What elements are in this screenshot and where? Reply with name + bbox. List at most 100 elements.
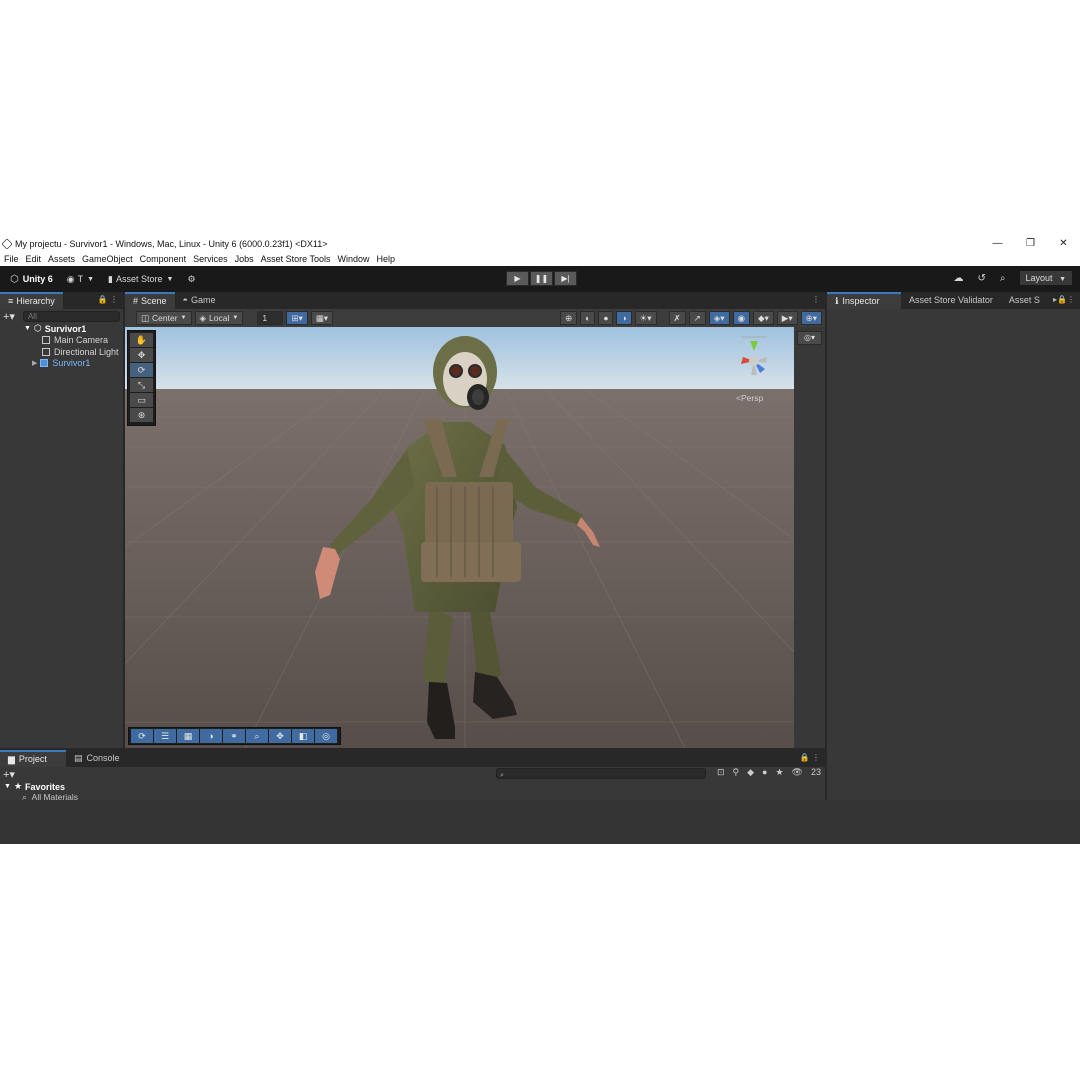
history-icon[interactable]: ↺	[978, 273, 986, 284]
tab-project[interactable]: ▆ Project	[0, 750, 66, 767]
cloud-icon[interactable]: ☁	[954, 273, 964, 284]
user-icon: ◉	[66, 273, 75, 284]
camera-button[interactable]: ▶▾	[776, 311, 798, 325]
scene-camera-overlay-button[interactable]: ◎▾	[797, 331, 822, 345]
fx-button[interactable]: ↗	[688, 311, 706, 325]
gizmos-button[interactable]: ⊕▾	[800, 311, 822, 325]
add-icon[interactable]: +▾	[3, 768, 15, 781]
asset-store-dropdown[interactable]: ▮ Asset Store ▼	[104, 270, 177, 288]
moon-icon[interactable]: ◑	[200, 729, 222, 743]
move-icon[interactable]: ✥	[269, 729, 291, 743]
camera-settings-icon[interactable]: ◧	[292, 729, 314, 743]
tab-hierarchy[interactable]: ≡ Hierarchy	[0, 292, 63, 309]
menu-file[interactable]: File	[4, 254, 19, 264]
tab-scene[interactable]: # Scene	[125, 292, 175, 309]
tab-console[interactable]: ▤ Console	[66, 750, 128, 767]
persp-label[interactable]: <Persp	[736, 393, 763, 403]
tab-asset-store-validator[interactable]: Asset Store Validator	[901, 292, 1001, 309]
compass-icon[interactable]: ◎	[315, 729, 337, 743]
menu-gameobject[interactable]: GameObject	[82, 254, 133, 264]
layers-button[interactable]: ◈▾	[708, 311, 730, 325]
chevron-down-icon: ▼	[87, 275, 95, 283]
tab-asset-store[interactable]: Asset S	[1001, 292, 1040, 309]
gameobject-icon	[42, 347, 50, 356]
audio-button[interactable]: ✗	[668, 311, 686, 325]
project-search-input[interactable]: ⌕	[496, 768, 706, 779]
menu-help[interactable]: Help	[377, 254, 396, 264]
layout-dropdown[interactable]: Layout ▼	[1019, 271, 1072, 285]
menu-component[interactable]: Component	[140, 254, 187, 264]
menu-asset-store-tools[interactable]: Asset Store Tools	[261, 254, 331, 264]
unity-account-button[interactable]: ⬡ Unity 6	[6, 270, 57, 288]
step-button[interactable]: ▶|	[554, 271, 577, 286]
hierarchy-search-input[interactable]: All	[22, 310, 120, 322]
hierarchy-item-directional-light[interactable]: Directional Light	[0, 346, 123, 358]
tab-project-label: Project	[18, 754, 47, 764]
hierarchy-item-scene[interactable]: ▼ ⬡ Survivor1	[0, 323, 123, 335]
effects-button[interactable]: ☀▾	[634, 311, 657, 325]
pivot-dropdown[interactable]: ◫ Center ▼	[136, 311, 192, 325]
shaded-wireframe-button[interactable]: ◐	[580, 311, 596, 325]
panel-menu-icon[interactable]: ▸🔒⋮	[1050, 295, 1075, 304]
shaded-button[interactable]: ●	[598, 311, 614, 325]
favorites-item[interactable]: ⌕ All Materials	[0, 792, 825, 800]
filter-icon[interactable]: ⚲	[733, 767, 740, 778]
hidden-count[interactable]: 👁 23	[792, 767, 821, 778]
tab-game[interactable]: ◓ Game	[175, 292, 224, 309]
scene-side-strip: ◎▾	[794, 327, 825, 748]
scene-viewport[interactable]: ✋ ✥ ⟳ ⤡ ▭ ⊛ <Persp ⟳ ☰ ▦ ◑ ⚭ ⌕ ✥ ◧ ◎	[125, 327, 794, 748]
menu-window[interactable]: Window	[338, 254, 370, 264]
rotate-tool-button[interactable]: ⟳	[130, 363, 153, 377]
panel-menu-icon[interactable]: 🔒 ⋮	[98, 295, 118, 304]
space-dropdown[interactable]: ◈ Local ▼	[194, 311, 244, 325]
orientation-gizmo[interactable]	[731, 333, 777, 389]
rect-tool-button[interactable]: ▭	[130, 393, 153, 407]
add-icon[interactable]: +▾	[3, 310, 15, 323]
transform-tool-button[interactable]: ⊛	[130, 408, 153, 422]
grid-snap-button[interactable]: ⊞▾	[286, 311, 308, 325]
hierarchy-item-main-camera[interactable]: Main Camera	[0, 335, 123, 347]
favorites-label: Favorites	[25, 781, 66, 792]
draw-mode-button[interactable]: ⊕	[560, 311, 578, 325]
panel-menu-icon[interactable]: ⋮	[812, 295, 820, 304]
magnify-icon[interactable]: ⌕	[246, 729, 268, 743]
grid-snap-icon: ⊞▾	[291, 312, 303, 323]
menu-services[interactable]: Services	[193, 254, 228, 264]
move-tool-button[interactable]: ✥	[130, 348, 153, 362]
lighting-button[interactable]: ◑	[616, 311, 632, 325]
menu-assets[interactable]: Assets	[48, 254, 75, 264]
hierarchy-item-survivor-prefab[interactable]: ▶ Survivor1	[0, 358, 123, 370]
close-button[interactable]: ✕	[1047, 236, 1080, 252]
overlay-button[interactable]: ◆▾	[752, 311, 774, 325]
menu-edit[interactable]: Edit	[26, 254, 42, 264]
tab-inspector[interactable]: ℹ Inspector	[827, 292, 901, 309]
play-button[interactable]: ▶	[506, 271, 529, 286]
layout-label: Layout	[1025, 273, 1053, 283]
nodes-icon[interactable]: ⚭	[223, 729, 245, 743]
scale-tool-button[interactable]: ⤡	[130, 378, 153, 392]
search-icon: ⌕	[22, 792, 27, 800]
search-icon[interactable]: ⌕	[1000, 273, 1006, 284]
sliders-icon[interactable]: ☰	[154, 729, 176, 743]
grid-pattern-icon[interactable]: ▦	[177, 729, 199, 743]
minimize-button[interactable]: —	[981, 236, 1014, 252]
grid-size-field[interactable]: 1	[257, 311, 284, 325]
account-label: T	[77, 274, 84, 284]
tool-palette: ✋ ✥ ⟳ ⤡ ▭ ⊛	[127, 330, 156, 426]
star-icon[interactable]: ★	[775, 767, 783, 778]
settings-button[interactable]: ⚙	[183, 270, 199, 288]
window-title: My projectu - Survivor1 - Windows, Mac, …	[15, 239, 328, 249]
menu-jobs[interactable]: Jobs	[235, 254, 254, 264]
visibility-button[interactable]: ◉	[732, 311, 750, 325]
alert-icon[interactable]: ●	[762, 767, 767, 778]
maximize-button[interactable]: ❐	[1014, 236, 1047, 252]
label-icon[interactable]: ◆	[747, 767, 754, 778]
panel-menu-icon[interactable]: 🔒 ⋮	[800, 753, 820, 762]
account-dropdown[interactable]: ◉ T ▼	[63, 270, 98, 288]
hand-tool-button[interactable]: ✋	[130, 333, 153, 347]
search-by-type-icon[interactable]: ⊡	[717, 767, 725, 778]
grid-toggle-button[interactable]: ▦▾	[310, 311, 334, 325]
favorites-row[interactable]: ▼ ★ Favorites	[0, 781, 825, 792]
refresh-icon[interactable]: ⟳	[131, 729, 153, 743]
pause-button[interactable]: ❚❚	[530, 271, 553, 286]
